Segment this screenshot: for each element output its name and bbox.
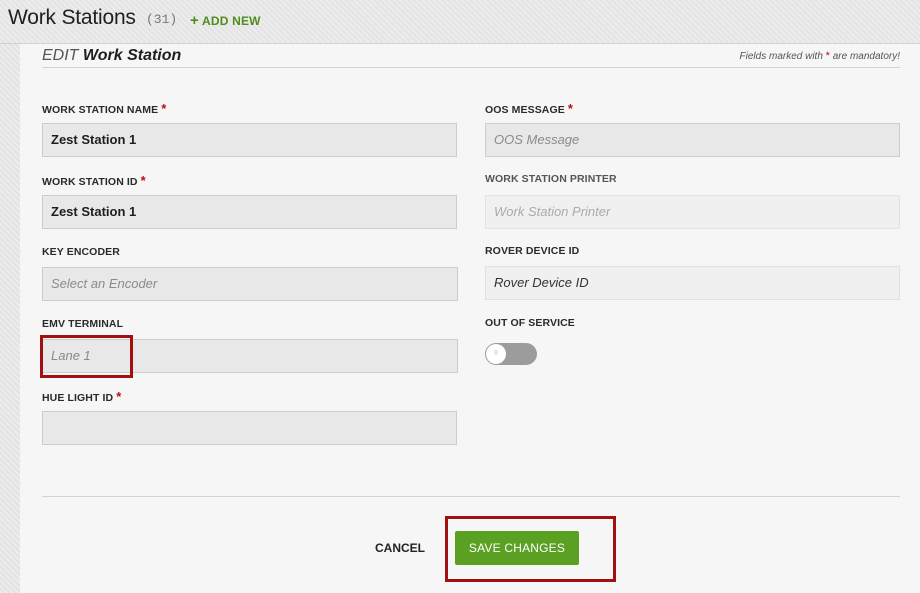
key-encoder-label: KEY ENCODER: [42, 246, 120, 258]
hue-light-id-label: HUE LIGHT ID *: [42, 389, 121, 404]
rover-device-id-label: ROVER DEVICE ID: [485, 245, 580, 257]
edit-panel: EDIT Work Station Fields marked with * a…: [20, 44, 920, 593]
out-of-service-label: OUT OF SERVICE: [485, 317, 575, 329]
work-station-printer-label: WORK STATION PRINTER: [485, 173, 617, 185]
work-station-name-label: WORK STATION NAME *: [42, 101, 166, 116]
hue-light-id-label-text: HUE LIGHT ID: [42, 392, 114, 404]
left-gutter: [0, 44, 20, 593]
save-changes-button[interactable]: SAVE CHANGES: [455, 531, 579, 565]
edit-entity-name: Work Station: [82, 47, 182, 64]
edit-prefix: EDIT: [42, 47, 79, 64]
oos-message-label-text: OOS MESSAGE: [485, 104, 565, 116]
plus-icon: +: [190, 12, 199, 29]
title-divider: [42, 67, 900, 68]
work-station-name-field[interactable]: Zest Station 1: [42, 123, 457, 157]
work-station-printer-field[interactable]: Work Station Printer: [485, 195, 900, 229]
cancel-button[interactable]: CANCEL: [370, 538, 430, 558]
required-star: *: [116, 389, 122, 404]
oos-message-field[interactable]: OOS Message: [485, 123, 900, 157]
mandatory-star: *: [825, 50, 830, 62]
edit-title: EDIT Work Station: [42, 47, 181, 65]
mandatory-note-before: Fields marked with: [739, 51, 823, 62]
key-encoder-select[interactable]: Select an Encoder: [42, 267, 458, 301]
required-star: *: [567, 101, 574, 116]
work-station-id-label: WORK STATION ID *: [42, 173, 146, 188]
required-star: *: [161, 101, 167, 116]
out-of-service-toggle[interactable]: II: [485, 343, 537, 365]
page-title: Work Stations: [8, 6, 136, 29]
work-station-id-label-text: WORK STATION ID: [42, 176, 138, 188]
required-star: *: [140, 173, 146, 188]
toggle-knob: II: [486, 344, 506, 364]
oos-message-label: OOS MESSAGE *: [485, 101, 573, 116]
emv-terminal-field[interactable]: Lane 1: [42, 339, 458, 373]
emv-terminal-label: EMV TERMINAL: [42, 318, 124, 330]
page-header: Work Stations (31) + ADD NEW: [0, 0, 920, 44]
mandatory-note: Fields marked with * are mandatory!: [740, 50, 900, 62]
mandatory-note-after: are mandatory!: [832, 51, 900, 62]
rover-device-id-field[interactable]: Rover Device ID: [485, 266, 900, 300]
add-new-label: ADD NEW: [201, 14, 261, 28]
work-station-id-field[interactable]: Zest Station 1: [42, 195, 457, 229]
form-divider: [42, 496, 900, 497]
work-station-name-label-text: WORK STATION NAME: [42, 104, 159, 116]
station-count: (31): [146, 12, 178, 27]
add-new-button[interactable]: + ADD NEW: [190, 12, 261, 29]
hue-light-id-field[interactable]: [42, 411, 457, 445]
